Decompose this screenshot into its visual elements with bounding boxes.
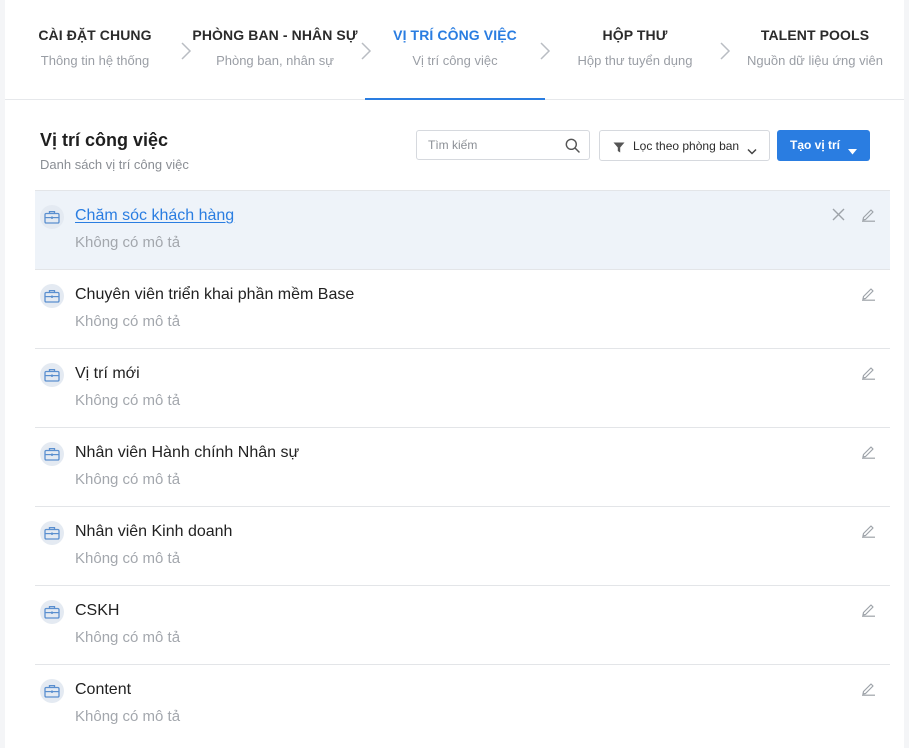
position-title: Vị trí mới [75, 365, 140, 382]
search-box[interactable] [416, 130, 590, 160]
edit-icon[interactable] [861, 286, 876, 306]
search-input[interactable] [417, 131, 568, 159]
create-position-button[interactable]: Tạo vị trí [777, 130, 870, 161]
filter-icon [613, 140, 625, 158]
step-general-settings[interactable]: CÀI ĐẶT CHUNG Thông tin hệ thống [5, 0, 185, 99]
position-description: Không có mô tả [75, 313, 181, 330]
edit-icon[interactable] [861, 681, 876, 701]
step-subtitle: Nguồn dữ liệu ứng viên [747, 53, 883, 68]
position-row[interactable]: Chuyên viên triển khai phần mềm Base Khô… [35, 269, 890, 348]
position-title: CSKH [75, 602, 120, 619]
briefcase-icon [40, 284, 64, 308]
edit-icon[interactable] [861, 602, 876, 622]
edit-icon[interactable] [861, 365, 876, 385]
position-row[interactable]: Nhân viên Kinh doanh Không có mô tả [35, 506, 890, 585]
position-description: Không có mô tả [75, 234, 181, 251]
step-subtitle: Thông tin hệ thống [40, 53, 150, 68]
position-description: Không có mô tả [75, 550, 181, 567]
close-icon[interactable] [832, 208, 845, 226]
position-title: Nhân viên Kinh doanh [75, 523, 233, 540]
edit-icon[interactable] [861, 207, 876, 227]
step-subtitle: Hộp thư tuyển dụng [577, 53, 693, 68]
position-description: Không có mô tả [75, 392, 181, 409]
position-list: Chăm sóc khách hàng Không có mô tả Chuyê… [35, 190, 890, 743]
search-icon[interactable] [565, 138, 580, 158]
briefcase-icon [40, 205, 64, 229]
edit-icon[interactable] [861, 444, 876, 464]
step-title: PHÒNG BAN - NHÂN SỰ [192, 27, 358, 43]
position-row[interactable]: Chăm sóc khách hàng Không có mô tả [35, 190, 890, 269]
step-talent-pools[interactable]: TALENT POOLS Nguồn dữ liệu ứng viên [725, 0, 905, 99]
position-row[interactable]: CSKH Không có mô tả [35, 585, 890, 664]
step-subtitle: Phòng ban, nhân sự [216, 53, 334, 68]
settings-panel: CÀI ĐẶT CHUNG Thông tin hệ thống PHÒNG B… [5, 0, 904, 748]
caret-down-icon [848, 142, 857, 160]
position-title: Chuyên viên triển khai phần mềm Base [75, 286, 355, 303]
create-position-label: Tạo vị trí [790, 138, 841, 152]
edit-icon[interactable] [861, 523, 876, 543]
briefcase-icon [40, 679, 64, 703]
page-subtitle: Danh sách vị trí công việc [40, 157, 189, 172]
position-title-link[interactable]: Chăm sóc khách hàng [75, 207, 234, 225]
position-row[interactable]: Content Không có mô tả [35, 664, 890, 743]
position-description: Không có mô tả [75, 708, 181, 725]
position-title: Content [75, 681, 132, 698]
settings-stepper: CÀI ĐẶT CHUNG Thông tin hệ thống PHÒNG B… [5, 0, 904, 100]
department-filter-dropdown[interactable]: Lọc theo phòng ban [599, 130, 770, 161]
chevron-down-icon [747, 142, 757, 160]
briefcase-icon [40, 521, 64, 545]
position-description: Không có mô tả [75, 471, 181, 488]
briefcase-icon [40, 442, 64, 466]
step-title: VỊ TRÍ CÔNG VIỆC [393, 27, 517, 43]
briefcase-icon [40, 363, 64, 387]
filter-label: Lọc theo phòng ban [633, 139, 740, 153]
position-title: Nhân viên Hành chính Nhân sự [75, 444, 300, 461]
step-departments-staff[interactable]: PHÒNG BAN - NHÂN SỰ Phòng ban, nhân sự [185, 0, 365, 99]
step-mailbox[interactable]: HỘP THƯ Hộp thư tuyển dụng [545, 0, 725, 99]
step-title: CÀI ĐẶT CHUNG [38, 27, 152, 43]
step-subtitle: Vị trí công việc [412, 53, 498, 68]
position-row[interactable]: Nhân viên Hành chính Nhân sự Không có mô… [35, 427, 890, 506]
position-description: Không có mô tả [75, 629, 181, 646]
briefcase-icon [40, 600, 64, 624]
step-job-positions[interactable]: VỊ TRÍ CÔNG VIỆC Vị trí công việc [365, 0, 545, 100]
page-title: Vị trí công việc [40, 130, 169, 150]
step-title: TALENT POOLS [760, 27, 870, 43]
position-row[interactable]: Vị trí mới Không có mô tả [35, 348, 890, 427]
step-title: HỘP THƯ [602, 27, 668, 43]
